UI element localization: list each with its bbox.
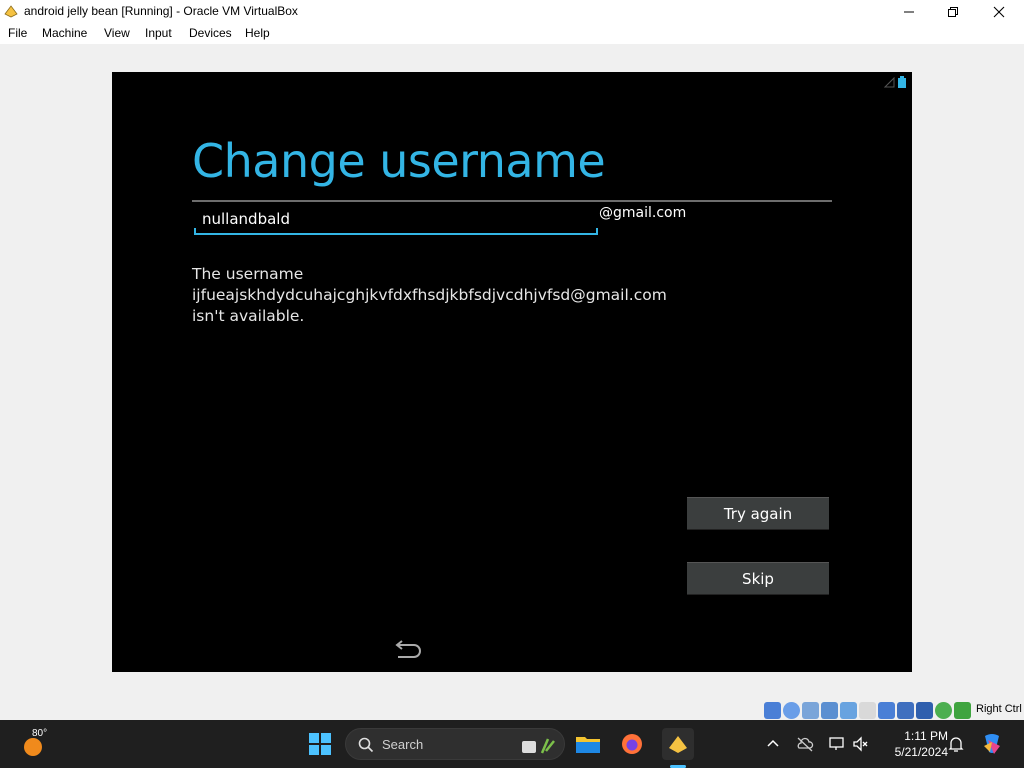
shared-folders-icon[interactable] [859, 701, 876, 719]
taskbar-virtualbox[interactable] [662, 728, 694, 760]
notification-bell-icon[interactable] [947, 735, 965, 753]
search-icon [358, 737, 374, 753]
android-screen[interactable]: Change username @gmail.com The username … [112, 72, 912, 672]
mouse-integration-icon[interactable] [954, 701, 971, 719]
android-status-bar [884, 76, 906, 88]
virtualbox-app-icon [4, 5, 18, 18]
error-line-1: The username [192, 265, 304, 283]
menu-help[interactable]: Help [245, 26, 270, 40]
search-highlight-icon [522, 738, 555, 754]
weather-temp: 80° [32, 728, 48, 739]
title-bar: android jelly bean [Running] - Oracle VM… [0, 0, 1024, 23]
menu-devices[interactable]: Devices [189, 26, 232, 40]
optical-drive-icon[interactable] [783, 701, 800, 719]
vbox-status-icons [764, 700, 971, 720]
guest-additions-icon[interactable] [935, 701, 952, 719]
error-line-3: isn't available. [192, 307, 305, 325]
clock-time: 1:11 PM [904, 729, 948, 743]
network-icon[interactable] [821, 701, 838, 719]
usb-icon[interactable] [840, 701, 857, 719]
taskbar-search[interactable]: Search [345, 728, 565, 760]
input-underline-right-tick [596, 228, 598, 235]
taskbar-file-explorer[interactable] [572, 728, 604, 760]
error-line-2: ijfueajskhdydcuhajcghjkvfdxfhsdjkbfsdjvc… [192, 286, 667, 304]
search-placeholder: Search [382, 737, 424, 752]
chevron-up-icon[interactable] [764, 735, 782, 753]
username-input[interactable] [194, 204, 598, 234]
network-icon[interactable] [828, 735, 846, 753]
domain-suffix: @gmail.com [599, 205, 687, 221]
cpu-icon[interactable] [916, 701, 933, 719]
close-icon [993, 6, 1005, 17]
firefox-icon [622, 734, 642, 754]
host-key-label: Right Ctrl [976, 703, 1022, 715]
signal-icon [884, 76, 895, 87]
title-divider [192, 200, 832, 202]
page-title: Change username [192, 134, 606, 188]
taskbar: 80° Search 1:11 PM 5/21/2024 [0, 720, 1024, 768]
folder-icon [576, 737, 600, 753]
volume-muted-icon[interactable] [852, 735, 870, 753]
battery-icon [898, 76, 906, 88]
virtualbox-icon [669, 736, 687, 753]
menu-machine[interactable]: Machine [42, 26, 87, 40]
taskbar-clock[interactable]: 1:11 PM 5/21/2024 [878, 728, 948, 760]
audio-icon[interactable] [802, 701, 819, 719]
menu-view[interactable]: View [104, 26, 130, 40]
menu-bar: File Machine View Input Devices Help [0, 23, 1024, 44]
video-capture-icon[interactable] [897, 701, 914, 719]
menu-file[interactable]: File [8, 26, 27, 40]
error-message: The username ijfueajskhdydcuhajcghjkvfdx… [192, 264, 752, 327]
copilot-icon[interactable] [980, 732, 1004, 756]
display-icon[interactable] [878, 701, 895, 719]
input-underline [194, 233, 598, 235]
taskbar-firefox[interactable] [616, 728, 648, 760]
skip-button[interactable]: Skip [687, 562, 829, 595]
minimize-icon [904, 11, 914, 12]
restore-icon [948, 6, 958, 17]
hard-disk-icon[interactable] [764, 701, 781, 719]
menu-input[interactable]: Input [145, 26, 172, 40]
close-button[interactable] [976, 0, 1022, 23]
try-again-button[interactable]: Try again [687, 497, 829, 530]
input-underline-left-tick [194, 228, 196, 235]
back-nav-icon[interactable] [392, 638, 424, 660]
maximize-button[interactable] [930, 0, 976, 23]
minimize-button[interactable] [886, 0, 932, 23]
clock-date: 5/21/2024 [894, 745, 948, 759]
windows-start-icon[interactable] [308, 732, 332, 756]
onedrive-offline-icon[interactable] [796, 735, 814, 753]
window-title: android jelly bean [Running] - Oracle VM… [24, 4, 298, 18]
